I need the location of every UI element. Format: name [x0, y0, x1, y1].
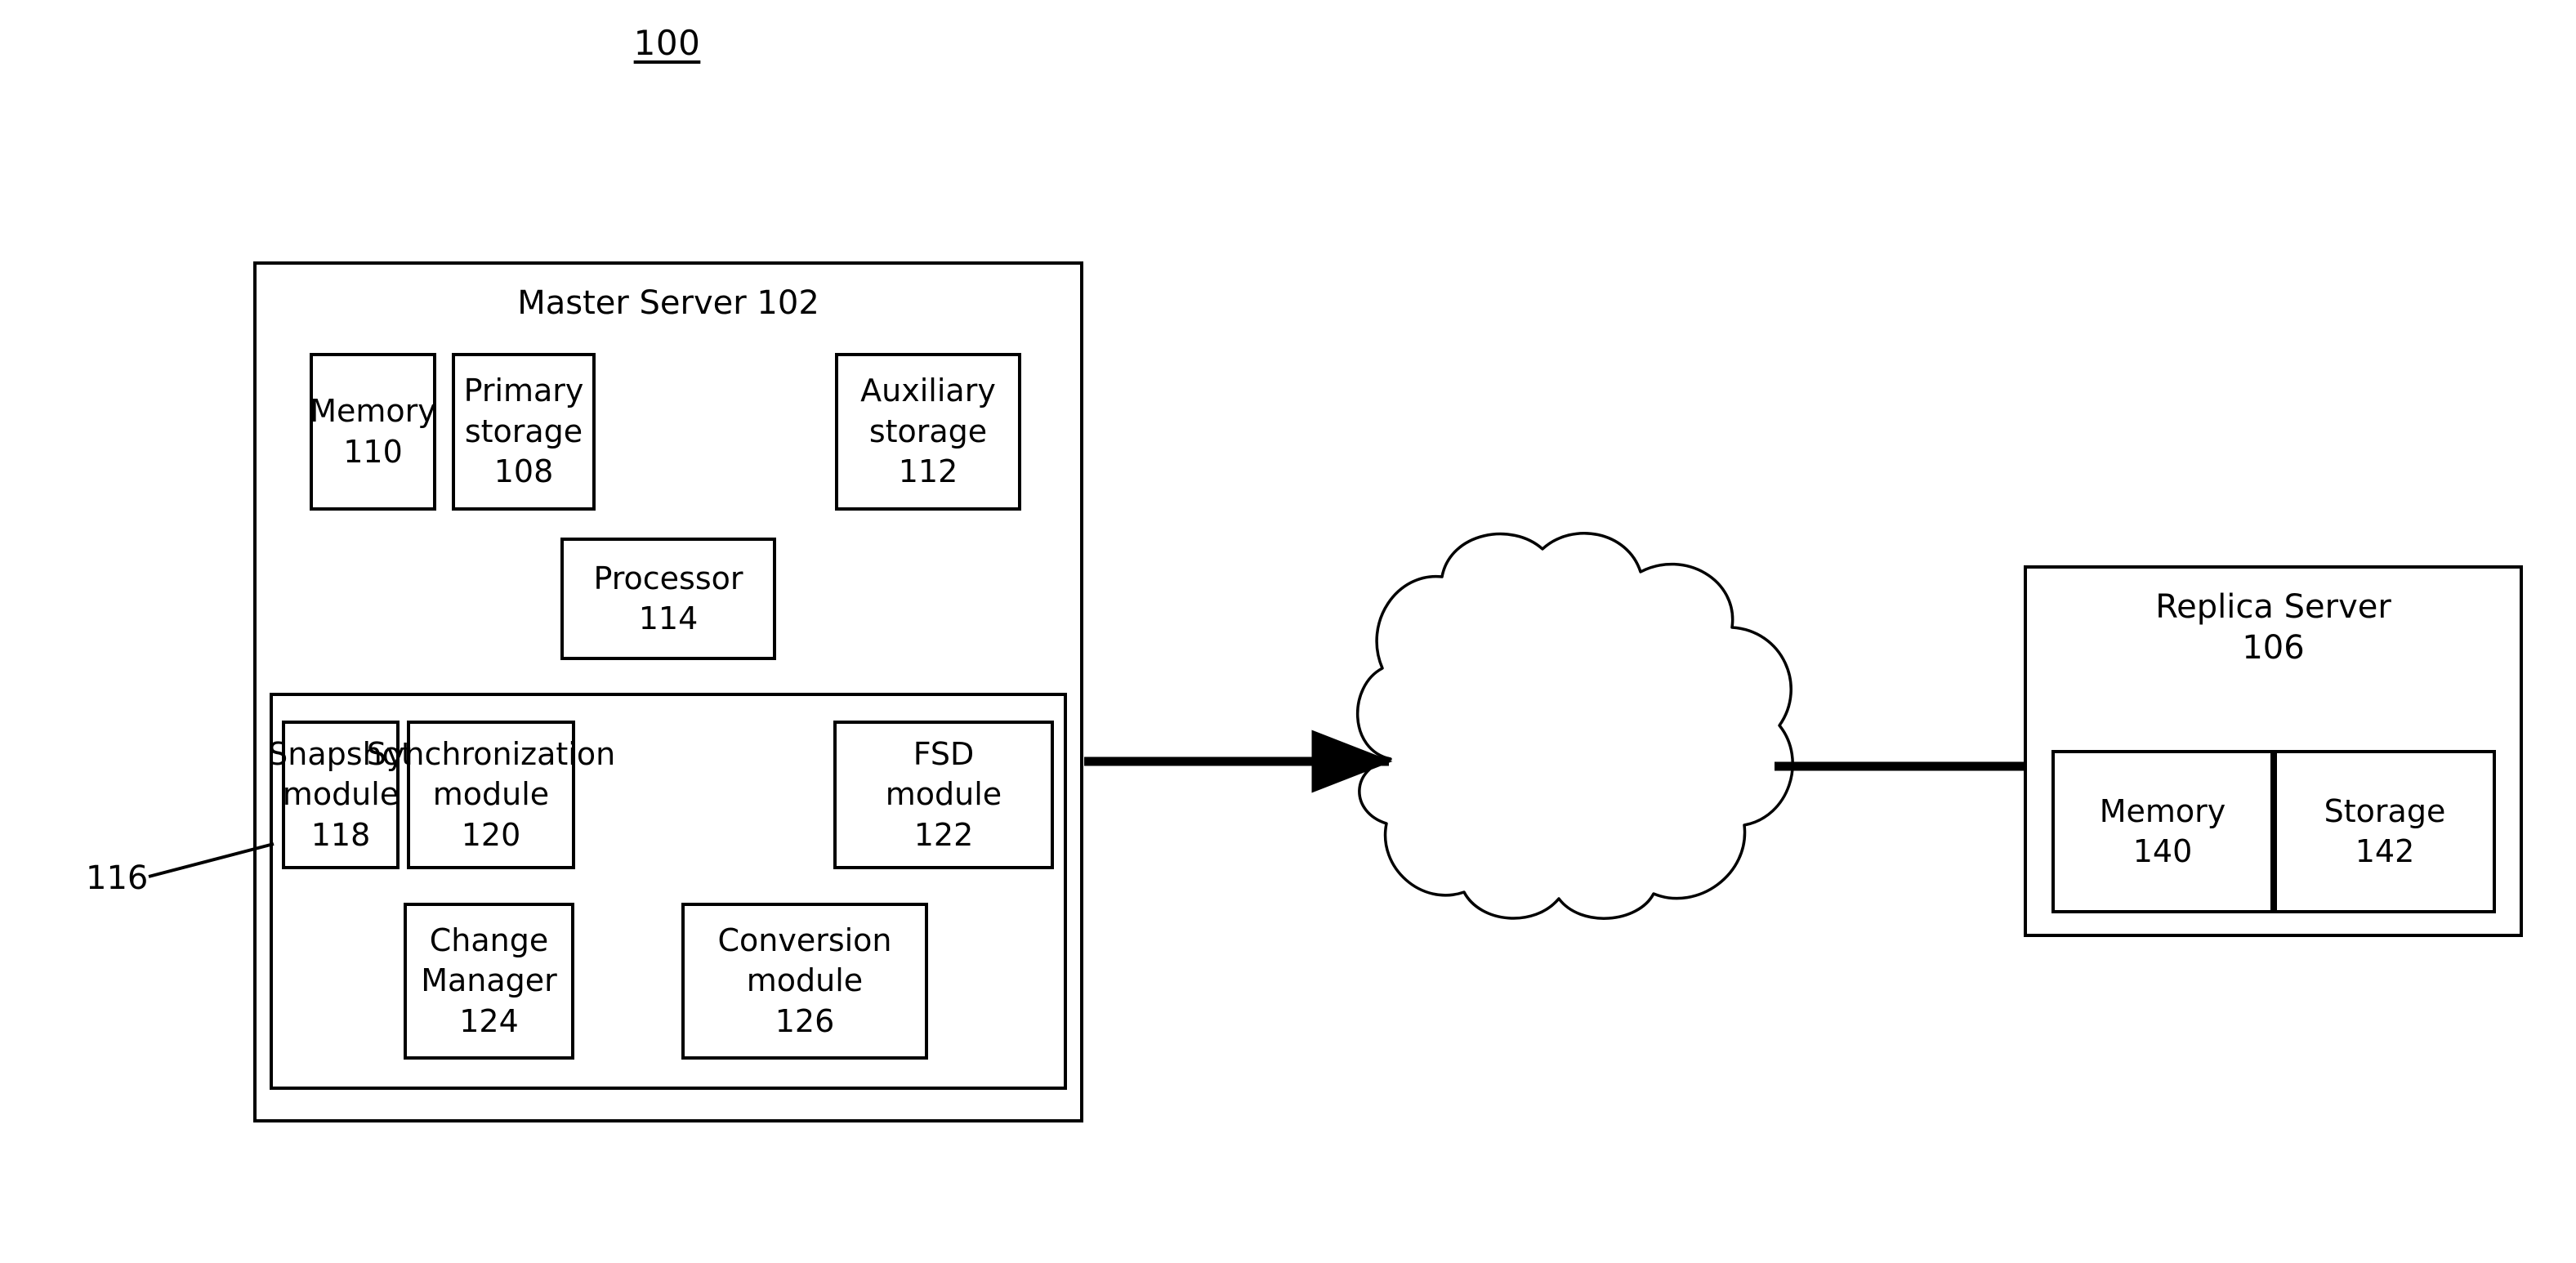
network-cloud-label-104: 104	[1538, 712, 1599, 748]
figure-canvas: 100 Master Server 102 Memory 110 Primary…	[0, 0, 2576, 1263]
figure-number: 100	[633, 23, 701, 63]
conversion-module-126-label-line2: module	[746, 962, 864, 999]
conversion-module-126-ref: 126	[775, 1002, 835, 1039]
change-manager-124-label-line1: Change	[429, 922, 549, 958]
snapshot-module-118-label-line2: module	[282, 776, 400, 813]
master-server-title: Master Server 102	[517, 284, 819, 322]
synchronization-module-120-label-line1: Synchronization	[366, 735, 616, 772]
fsd-module-122-label-line2: module	[885, 776, 1002, 813]
replica-storage-142-label: Storage	[2324, 792, 2446, 829]
conversion-module-126-label-line1: Conversion	[717, 922, 892, 958]
replica-server-title-line2: 106	[2242, 629, 2305, 667]
memory-110-ref: 110	[343, 433, 403, 470]
change-manager-124-label-line2: Manager	[421, 962, 557, 999]
auxiliary-storage-112-label-line1: Auxiliary	[860, 373, 996, 409]
replica-memory-140-box: Memory 140	[2051, 750, 2274, 913]
fsd-module-122-box: FSD module 122	[833, 721, 1054, 869]
fsd-module-122-label-line1: FSD	[913, 735, 975, 772]
synchronization-module-120-box: Synchronization module 120	[367, 721, 615, 869]
fsd-module-122-ref: 122	[913, 816, 974, 853]
replica-storage-142-ref: 142	[2355, 833, 2415, 869]
synchronization-module-120-label-line2: module	[432, 776, 550, 813]
processor-114-box: Processor 114	[560, 538, 776, 660]
primary-storage-108-ref: 108	[493, 453, 554, 490]
auxiliary-storage-112-label-line2: storage	[868, 413, 988, 449]
change-manager-124-ref: 124	[459, 1002, 519, 1039]
synchronization-module-120-ref: 120	[461, 816, 521, 853]
replica-server-title-line1: Replica Server	[2155, 588, 2391, 626]
processor-114-ref: 114	[638, 600, 699, 636]
primary-storage-108-label-line2: storage	[464, 413, 583, 449]
primary-storage-108-box: Primary storage 108	[452, 353, 596, 511]
auxiliary-storage-112-ref: 112	[898, 453, 958, 490]
primary-storage-108-label-line1: Primary	[463, 373, 584, 409]
module-container-ref-116: 116	[86, 859, 149, 897]
replica-memory-140-ref: 140	[2132, 833, 2193, 869]
auxiliary-storage-112-box: Auxiliary storage 112	[835, 353, 1021, 511]
memory-110-label: Memory	[310, 393, 436, 430]
memory-110-box: Memory 110	[310, 353, 436, 511]
conversion-module-126-box: Conversion module 126	[681, 903, 928, 1060]
change-manager-124-box: Change Manager 124	[404, 903, 574, 1060]
replica-memory-140-label: Memory	[2099, 792, 2226, 829]
snapshot-module-118-ref: 118	[310, 816, 371, 853]
processor-114-label: Processor	[593, 560, 743, 596]
replica-storage-142-box: Storage 142	[2274, 750, 2496, 913]
